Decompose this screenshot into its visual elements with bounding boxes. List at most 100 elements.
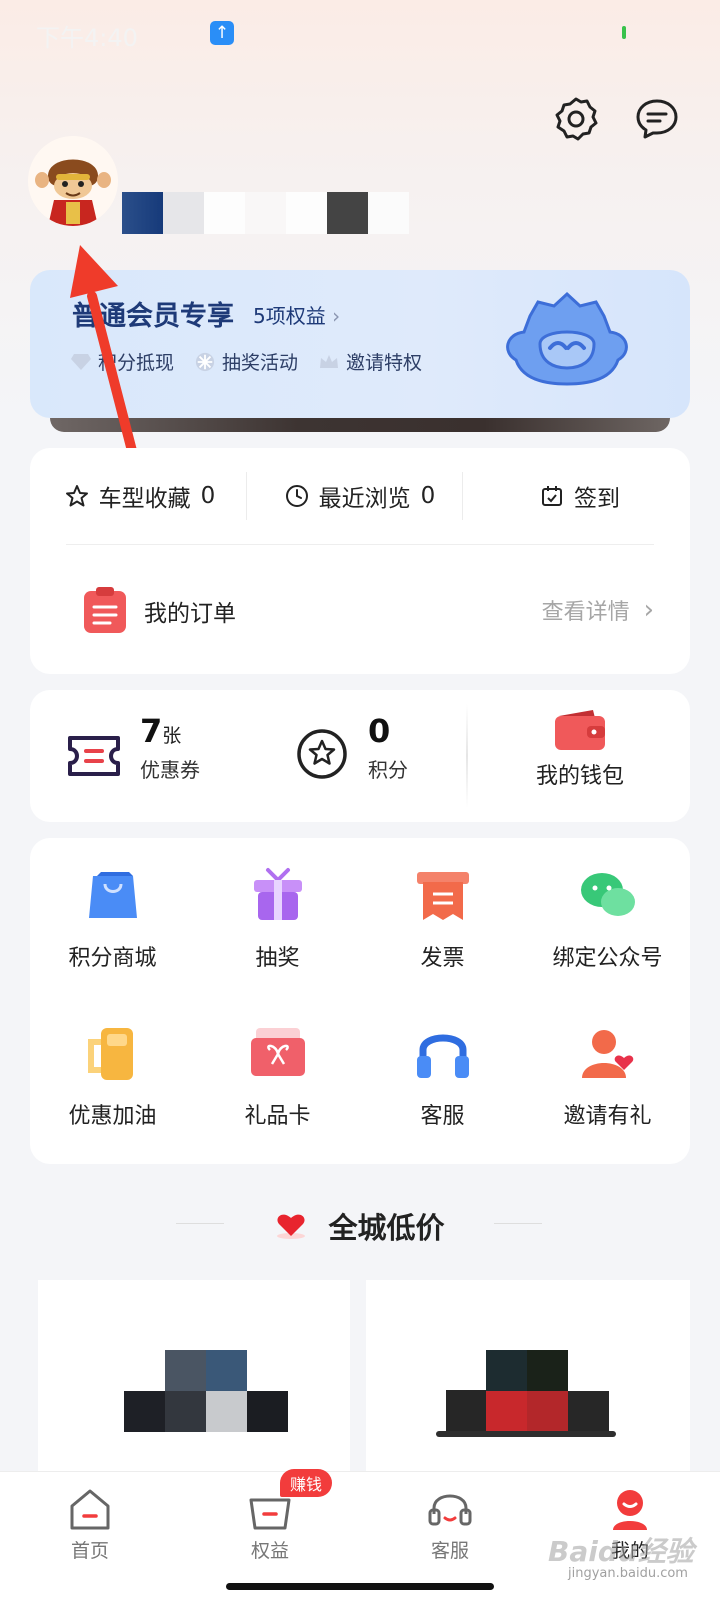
feature-lottery: 抽奖活动: [194, 348, 298, 375]
home-icon: [70, 1489, 110, 1530]
wallet-label: 我的钱包: [535, 764, 624, 789]
grid-item-invite[interactable]: 邀请有礼: [525, 1024, 690, 1130]
watermark-url: jingyan.baidu.com: [568, 1566, 688, 1581]
wallet-card: 7张 优惠券 0 积分 我的钱包: [30, 690, 690, 822]
coupon-entry[interactable]: 7张 优惠券: [66, 712, 266, 798]
checkin-stat[interactable]: 签到: [470, 476, 690, 516]
divider: [466, 704, 468, 808]
chevron-right-icon: ›: [332, 304, 341, 328]
star-icon: [65, 485, 88, 507]
points-label: 积分: [368, 758, 408, 782]
wallet-icon: [555, 710, 605, 750]
earn-badge: 赚钱: [280, 1469, 333, 1497]
coupon-unit: 张: [162, 725, 182, 747]
divider: [176, 1223, 224, 1224]
grid-label: 积分商城: [68, 946, 157, 971]
divider: [494, 1223, 542, 1224]
favorites-label: 车型收藏: [98, 486, 191, 512]
stats-row: 车型收藏 0 最近浏览 0 签到: [30, 476, 690, 516]
grid-label: 优惠加油: [68, 1104, 157, 1129]
coupon-label: 优惠券: [140, 758, 200, 782]
checkin-label: 签到: [574, 486, 620, 512]
status-bar: 下午4:40 ↑: [0, 0, 720, 64]
services-grid: 积分商城 抽奖 发票 绑定公众号 优惠加油 礼品卡 客服 邀请有礼: [30, 838, 690, 1164]
recent-count: 0: [420, 483, 436, 509]
feature-invite: 邀请特权: [318, 348, 422, 375]
wallet-entry[interactable]: 我的钱包: [500, 708, 660, 808]
grid-item-lottery[interactable]: 抽奖: [195, 866, 360, 972]
clock-icon: [285, 485, 308, 507]
upload-icon: ↑: [210, 21, 234, 45]
points-star-icon: [297, 729, 347, 779]
points-entry[interactable]: 0 积分: [296, 712, 476, 798]
activity-card: 车型收藏 0 最近浏览 0 签到 我的订单 查看详情 ›: [30, 448, 690, 674]
member-features: 积分抵现 抽奖活动 邀请特权: [70, 348, 422, 375]
grid-item-points-mall[interactable]: 积分商城: [30, 866, 195, 972]
diamond-icon: [71, 353, 91, 370]
invite-icon: [581, 1030, 633, 1078]
feature-label: 抽奖活动: [222, 352, 299, 374]
member-card[interactable]: 普通会员专享 5项权益 › 积分抵现 抽奖活动 邀请特权: [30, 270, 690, 418]
tab-label: 权益: [250, 1540, 289, 1562]
favorites-stat[interactable]: 车型收藏 0: [30, 476, 250, 516]
member-mascot-icon: [506, 291, 628, 386]
member-title: 普通会员专享: [72, 301, 234, 332]
divider: [66, 544, 654, 545]
heart-icon: [277, 1214, 306, 1239]
home-indicator[interactable]: [226, 1583, 494, 1590]
tab-label: 客服: [430, 1540, 469, 1562]
product-image-shadow: [436, 1431, 616, 1437]
tab-home[interactable]: 首页: [0, 1472, 180, 1572]
grid-item-fuel[interactable]: 优惠加油: [30, 1024, 195, 1130]
divider: [246, 472, 247, 520]
grid-label: 发票: [420, 946, 465, 971]
grid-item-gift-card[interactable]: 礼品卡: [195, 1024, 360, 1130]
watermark: Baidu经验: [548, 1535, 694, 1568]
ticket-icon: [68, 736, 120, 776]
gift-card-icon: [250, 1028, 305, 1076]
product-image-redacted: [124, 1350, 288, 1432]
headset-icon: [416, 1034, 469, 1078]
monkey-avatar-icon: [28, 136, 118, 226]
order-detail-link[interactable]: 查看详情 ›: [542, 594, 654, 626]
avatar[interactable]: [28, 136, 118, 226]
grid-item-bind-official[interactable]: 绑定公众号: [525, 866, 690, 972]
grid-label: 邀请有礼: [563, 1104, 652, 1129]
shopping-bag-icon: [88, 872, 137, 918]
invoice-icon: [416, 872, 469, 920]
feature-label: 邀请特权: [346, 352, 423, 374]
product-card[interactable]: [366, 1280, 690, 1500]
snowflake-icon: [195, 352, 215, 371]
crown-icon: [320, 354, 339, 368]
grid-item-invoice[interactable]: 发票: [360, 866, 525, 972]
grid-label: 绑定公众号: [552, 946, 663, 971]
chevron-right-icon: ›: [643, 595, 654, 625]
gear-icon[interactable]: [553, 96, 599, 142]
product-image-redacted: [446, 1390, 486, 1431]
tab-service[interactable]: 客服: [360, 1472, 540, 1572]
battery-icon: [622, 26, 626, 39]
chat-icon[interactable]: [634, 96, 680, 142]
section-header: 全城低价: [0, 1205, 720, 1247]
grid-label: 抽奖: [255, 946, 300, 971]
grid-label: 礼品卡: [244, 1104, 311, 1129]
grid-item-service[interactable]: 客服: [360, 1024, 525, 1130]
wechat-icon: [580, 873, 635, 916]
profile-icon: [613, 1490, 647, 1530]
product-image-redacted: [486, 1350, 609, 1432]
product-card[interactable]: [38, 1280, 350, 1500]
tab-label: 首页: [70, 1540, 109, 1562]
feature-label: 积分抵现: [98, 352, 175, 374]
my-orders-label[interactable]: 我的订单: [144, 594, 236, 628]
status-time: 下午4:40: [36, 24, 138, 52]
order-clipboard-icon: [84, 587, 126, 633]
service-icon: [428, 1494, 472, 1526]
grid-label: 客服: [420, 1104, 465, 1129]
divider: [462, 472, 463, 520]
tab-benefits[interactable]: 赚钱 权益: [180, 1469, 360, 1572]
user-name-redacted: [122, 192, 409, 234]
recent-stat[interactable]: 最近浏览 0: [250, 476, 470, 516]
benefits-link-label: 5项权益: [253, 304, 326, 328]
fuel-icon: [87, 1028, 133, 1080]
benefits-link[interactable]: 5项权益 ›: [253, 300, 340, 329]
